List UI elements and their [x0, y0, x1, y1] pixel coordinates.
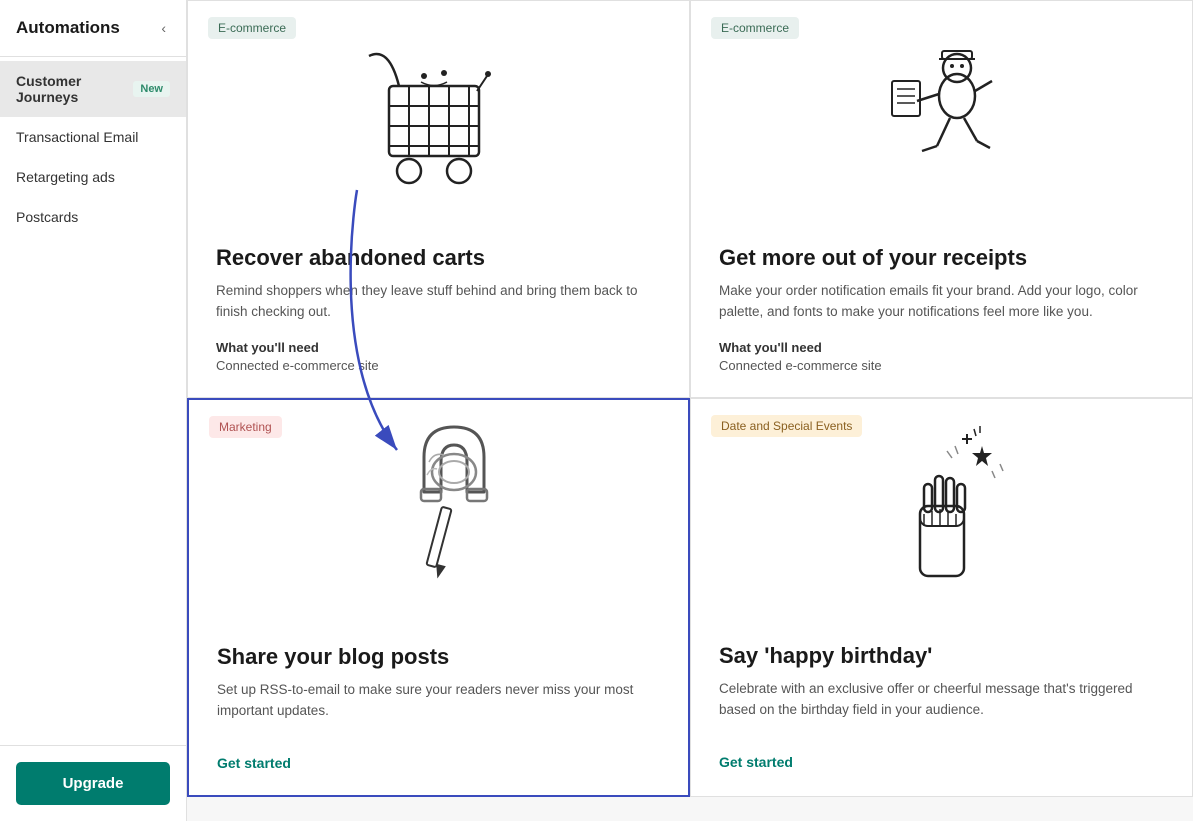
card-description: Make your order notification emails fit …	[719, 281, 1164, 322]
sidebar-footer: Upgrade	[0, 745, 186, 821]
sidebar-item-label: Retargeting ads	[16, 169, 115, 185]
card-title: Get more out of your receipts	[719, 245, 1164, 271]
category-badge: Date and Special Events	[711, 415, 862, 437]
sidebar-item-label: Postcards	[16, 209, 78, 225]
card-body: Say 'happy birthday' Celebrate with an e…	[691, 619, 1192, 796]
card-image-area: E-commerce	[691, 1, 1192, 221]
card-image-area: E-commerce	[188, 1, 689, 221]
sidebar-item-customer-journeys[interactable]: Customer Journeys New	[0, 61, 186, 117]
card-share-blog-posts: Marketing	[187, 398, 690, 797]
sidebar-item-postcards[interactable]: Postcards	[0, 197, 186, 237]
card-need-section: What you'll need Connected e-commerce si…	[719, 340, 1164, 373]
sidebar-title: Automations	[16, 18, 120, 38]
main-content: E-commerce	[187, 0, 1193, 821]
card-body: Recover abandoned carts Remind shoppers …	[188, 221, 689, 397]
blog-illustration	[359, 417, 519, 602]
card-body: Get more out of your receipts Make your …	[691, 221, 1192, 397]
card-image-area: Date and Special Events	[691, 399, 1192, 619]
card-need-label: What you'll need	[719, 340, 1164, 355]
sidebar-item-label: Customer Journeys	[16, 73, 125, 105]
card-say-happy-birthday: Date and Special Events	[690, 398, 1193, 797]
card-title: Share your blog posts	[217, 644, 660, 670]
card-image-area: Marketing	[189, 400, 688, 620]
receipt-illustration	[862, 26, 1022, 196]
card-description: Remind shoppers when they leave stuff be…	[216, 281, 661, 322]
card-body: Share your blog posts Set up RSS-to-emai…	[189, 620, 688, 795]
collapse-button[interactable]: ‹	[157, 18, 170, 38]
card-need-value: Connected e-commerce site	[216, 358, 661, 373]
birthday-illustration	[862, 416, 1022, 601]
card-get-more-receipts: E-commerce	[690, 0, 1193, 398]
card-description: Celebrate with an exclusive offer or che…	[719, 679, 1164, 720]
cart-illustration	[359, 26, 519, 196]
sidebar-item-label: Transactional Email	[16, 129, 138, 145]
category-badge: E-commerce	[208, 17, 296, 39]
upgrade-button[interactable]: Upgrade	[16, 762, 170, 805]
sidebar-item-retargeting-ads[interactable]: Retargeting ads	[0, 157, 186, 197]
get-started-link[interactable]: Get started	[217, 755, 660, 771]
category-badge: E-commerce	[711, 17, 799, 39]
card-recover-abandoned-carts: E-commerce	[187, 0, 690, 398]
sidebar-nav: Customer Journeys New Transactional Emai…	[0, 57, 186, 745]
sidebar: Automations ‹ Customer Journeys New Tran…	[0, 0, 187, 821]
card-title: Recover abandoned carts	[216, 245, 661, 271]
card-description: Set up RSS-to-email to make sure your re…	[217, 680, 660, 721]
card-need-section: What you'll need Connected e-commerce si…	[216, 340, 661, 373]
sidebar-header: Automations ‹	[0, 0, 186, 57]
card-title: Say 'happy birthday'	[719, 643, 1164, 669]
get-started-link[interactable]: Get started	[719, 754, 1164, 770]
category-badge: Marketing	[209, 416, 282, 438]
sidebar-item-transactional-email[interactable]: Transactional Email	[0, 117, 186, 157]
card-need-label: What you'll need	[216, 340, 661, 355]
new-badge: New	[133, 81, 170, 97]
cards-grid: E-commerce	[187, 0, 1193, 797]
card-need-value: Connected e-commerce site	[719, 358, 1164, 373]
